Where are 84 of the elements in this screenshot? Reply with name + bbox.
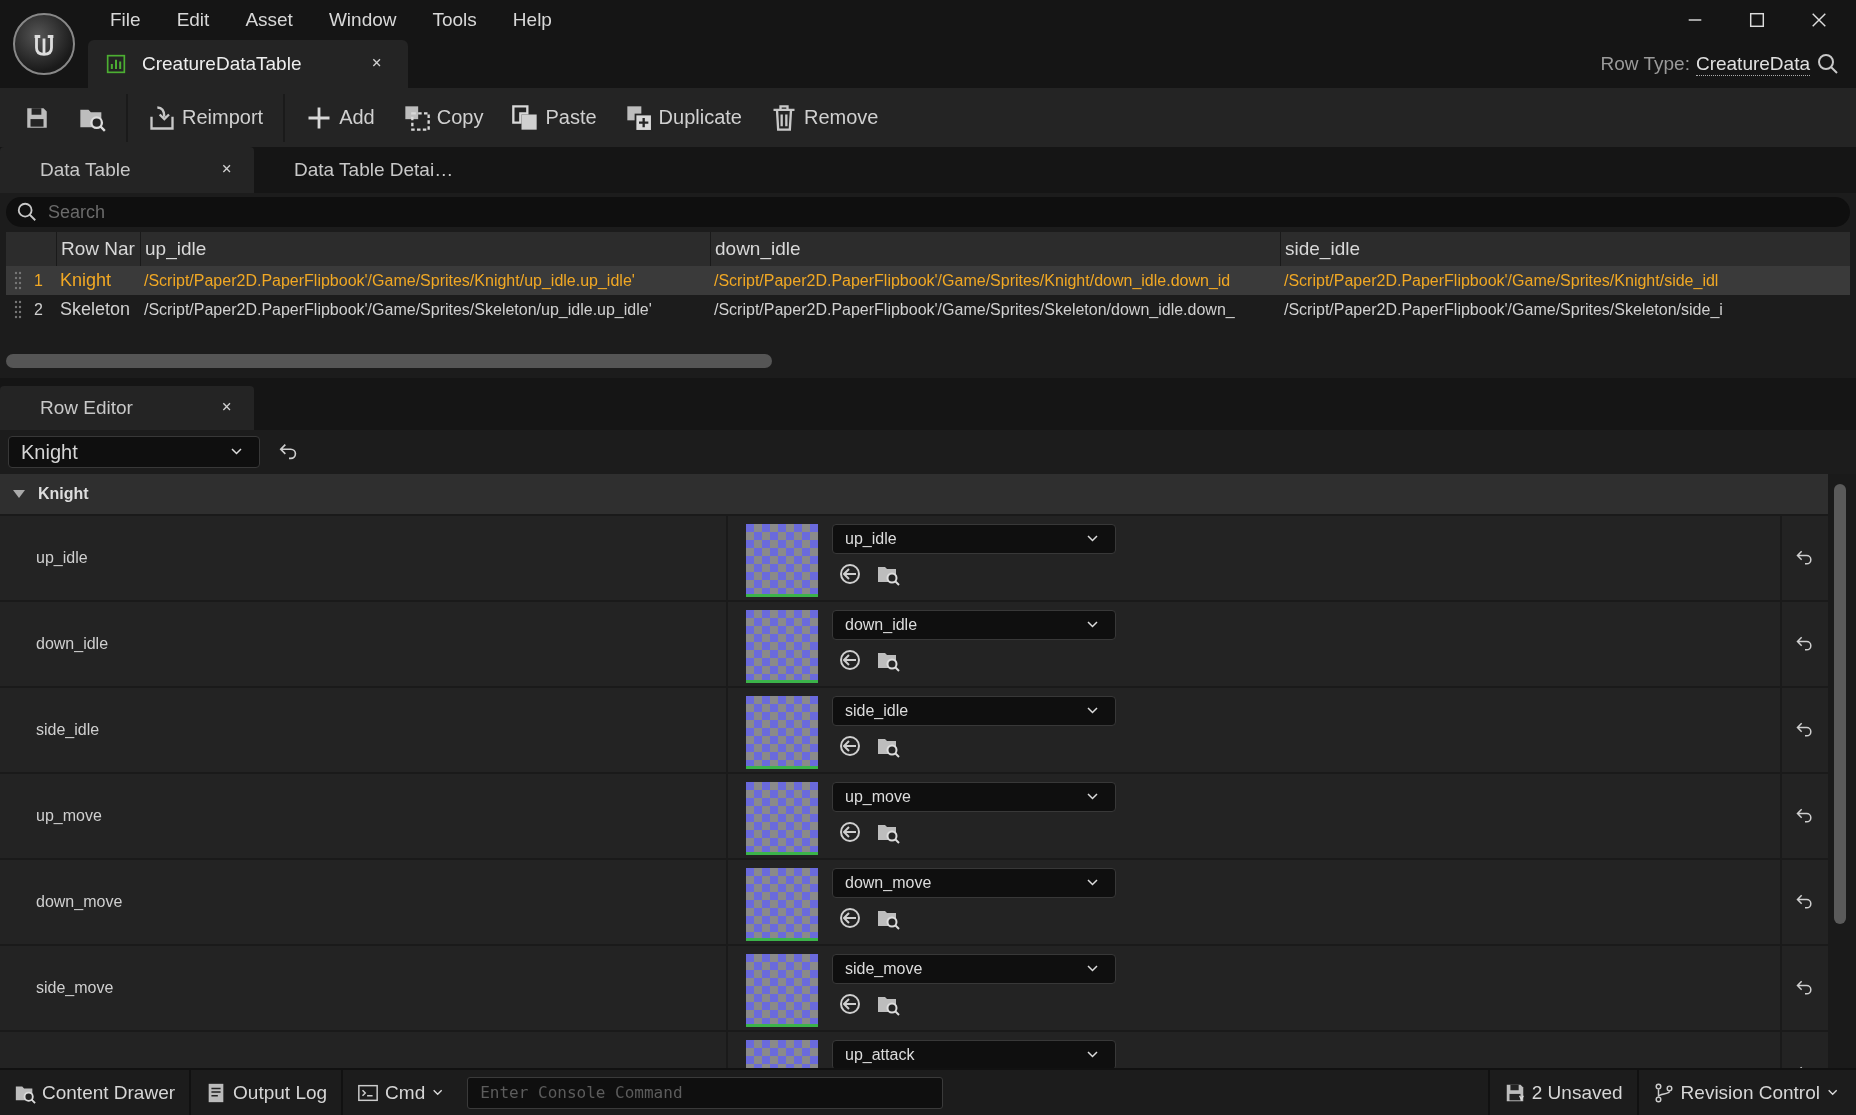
search-field[interactable]: Search	[6, 197, 1850, 227]
sprite-thumbnail[interactable]	[746, 524, 818, 597]
paste-icon	[511, 103, 540, 132]
menu-item[interactable]: Window	[310, 9, 415, 31]
table-cell-text: Knight	[59, 270, 113, 291]
copy-icon	[402, 103, 431, 132]
panel-tab[interactable]: Row Editor	[0, 386, 254, 430]
scrollbar-thumb[interactable]	[6, 354, 772, 368]
category-header[interactable]: Knight	[0, 474, 1828, 516]
row-picker-dropdown[interactable]: Knight	[8, 436, 260, 468]
row-number: 2	[34, 300, 43, 319]
use-selected-icon[interactable]	[838, 820, 862, 844]
document-tab[interactable]: CreatureDataTable	[88, 40, 408, 88]
asset-dropdown[interactable]: down_move	[832, 868, 1116, 898]
use-selected-icon[interactable]	[838, 562, 862, 586]
use-selected-icon[interactable]	[838, 648, 862, 672]
asset-dropdown[interactable]: up_attack	[832, 1040, 1116, 1068]
reset-arrow-icon[interactable]	[1795, 548, 1815, 568]
output-log-button[interactable]: Output Log	[191, 1070, 342, 1115]
search-icon[interactable]	[1816, 52, 1840, 76]
table-row[interactable]	[6, 266, 1850, 295]
menu-item[interactable]: Help	[494, 9, 570, 31]
reset-arrow-icon[interactable]	[1795, 978, 1815, 998]
reset-arrow-icon[interactable]	[1795, 634, 1815, 654]
table-cell-text: /Script/Paper2D.PaperFlipbook'/Game/Sprites/Knight/side_idl	[1283, 271, 1720, 290]
property-name: up_idle	[36, 549, 88, 567]
menu-item[interactable]: Tools	[414, 9, 495, 31]
unsaved-button[interactable]: 2 Unsaved	[1489, 1070, 1637, 1115]
tab-title: CreatureDataTable	[142, 53, 303, 75]
panel-tab[interactable]: Data Table Detai…	[254, 147, 508, 193]
close-icon[interactable]	[1810, 11, 1828, 29]
table-cell-text: /Script/Paper2D.PaperFlipbook'/Game/Sprites/Skeleton/up_idle.up_idle'	[143, 300, 653, 319]
table-cell-text: /Script/Paper2D.PaperFlipbook'/Game/Sprites/Skeleton/side_i	[1283, 300, 1724, 319]
table-cell-text: /Script/Paper2D.PaperFlipbook'/Game/Sprites/Knight/down_idle.down_id	[713, 271, 1232, 290]
maximize-icon[interactable]	[1748, 11, 1766, 29]
drag-handle-icon[interactable]	[14, 300, 22, 319]
toolbar-button[interactable]: Add	[291, 99, 389, 136]
property-name: down_move	[36, 893, 123, 911]
table-cell-text: /Script/Paper2D.PaperFlipbook'/Game/Sprites/Knight/up_idle.up_idle'	[143, 271, 636, 290]
reset-arrow-icon[interactable]	[1795, 720, 1815, 740]
scrollbar-thumb[interactable]	[1834, 484, 1846, 924]
drag-handle-icon[interactable]	[14, 271, 22, 290]
sprite-thumbnail[interactable]	[746, 868, 818, 941]
sprite-thumbnail[interactable]	[746, 954, 818, 1027]
property-name: up_move	[36, 807, 102, 825]
toolbar-button[interactable]: Reimport	[134, 99, 278, 136]
menu-item[interactable]: Edit	[158, 9, 228, 31]
asset-dropdown[interactable]: up_move	[832, 782, 1116, 812]
reset-arrow-icon[interactable]	[1795, 806, 1815, 826]
content-drawer-button[interactable]: Content Drawer	[0, 1070, 190, 1115]
duplicate-icon	[624, 103, 653, 132]
menu-item[interactable]: File	[92, 9, 159, 31]
row-number: 1	[34, 271, 43, 290]
row-type-label: Row Type:	[1600, 53, 1690, 75]
sprite-thumbnail[interactable]	[746, 696, 818, 769]
import-icon	[148, 103, 176, 132]
use-selected-icon[interactable]	[838, 734, 862, 758]
asset-dropdown[interactable]: down_idle	[832, 610, 1116, 640]
toolbar-button[interactable]: Paste	[497, 99, 611, 136]
asset-dropdown[interactable]: side_move	[832, 954, 1116, 984]
expanded-arrow-icon[interactable]	[12, 488, 26, 500]
asset-dropdown[interactable]: up_idle	[832, 524, 1116, 554]
branch-icon	[1652, 1081, 1675, 1104]
row-type-link[interactable]: CreatureData	[1695, 52, 1810, 76]
table-cell-text: /Script/Paper2D.PaperFlipbook'/Game/Sprites/Skeleton/down_idle.down_	[713, 300, 1236, 319]
panel-tab[interactable]: Data Table	[0, 147, 254, 193]
menu-item[interactable]: Asset	[227, 9, 311, 31]
revision-control-button[interactable]: Revision Control	[1638, 1070, 1856, 1115]
reset-arrow-icon[interactable]	[1795, 892, 1815, 912]
table-cell-text: Skeleton	[59, 299, 132, 320]
asset-dropdown[interactable]: side_idle	[832, 696, 1116, 726]
console-input[interactable]: Enter Console Command	[467, 1076, 944, 1109]
property-name: down_idle	[36, 635, 109, 653]
chart-icon	[106, 54, 126, 74]
toolbar-button[interactable]: Duplicate	[610, 99, 756, 136]
sprite-thumbnail[interactable]	[746, 782, 818, 855]
use-selected-icon[interactable]	[838, 906, 862, 930]
property-name: side_move	[36, 979, 114, 997]
toolbar-button[interactable]: Copy	[388, 99, 498, 136]
sprite-thumbnail[interactable]	[746, 610, 818, 683]
toolbar-button[interactable]: Remove	[756, 99, 893, 136]
property-name: side_idle	[36, 721, 100, 739]
cmd-dropdown[interactable]: Cmd	[343, 1070, 462, 1115]
use-selected-icon[interactable]	[838, 992, 862, 1016]
